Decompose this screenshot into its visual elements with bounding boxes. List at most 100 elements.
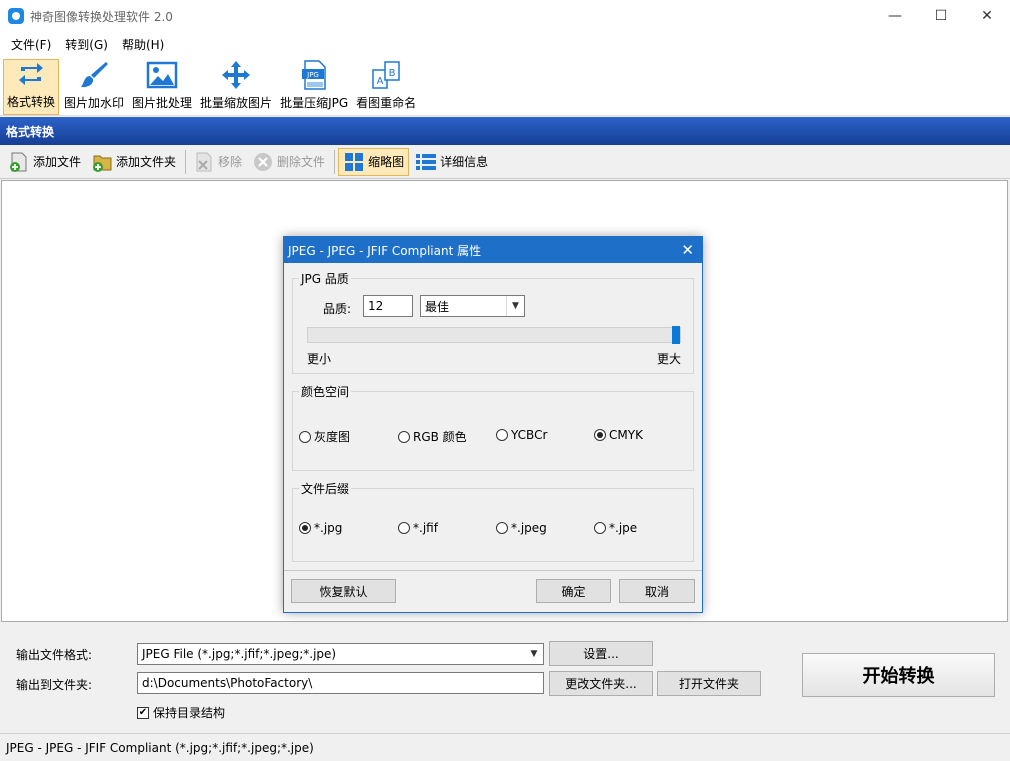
add-folder-label: 添加文件夹 xyxy=(116,155,177,169)
details-view-button[interactable]: 详细信息 xyxy=(411,148,492,176)
toolbar-divider xyxy=(185,149,187,174)
thumbnail-label: 缩略图 xyxy=(368,155,405,169)
radio-label: YCBCr xyxy=(511,428,548,442)
remove-button[interactable]: 移除 xyxy=(189,148,246,176)
svg-text:A: A xyxy=(377,76,384,87)
remove-label: 移除 xyxy=(218,155,243,169)
add-file-label: 添加文件 xyxy=(33,155,82,169)
rename-icon: A B xyxy=(369,59,403,90)
quality-preset-select[interactable]: 最佳 ▼ xyxy=(420,295,525,317)
close-button[interactable]: ✕ xyxy=(964,0,1010,32)
radio-label: *.jfif xyxy=(413,521,438,535)
convert-icon xyxy=(14,59,48,89)
quality-slider-thumb[interactable] xyxy=(672,326,680,344)
radio-button[interactable] xyxy=(496,522,508,534)
radio-button[interactable] xyxy=(594,522,606,534)
suffix-option-jpeg[interactable]: *.jpeg xyxy=(496,521,547,535)
open-folder-button[interactable]: 打开文件夹 xyxy=(657,671,761,696)
slider-min-label: 更小 xyxy=(307,352,332,366)
svg-text:B: B xyxy=(389,68,396,79)
start-convert-button[interactable]: 开始转换 xyxy=(802,653,995,697)
jpg-icon-text: JPG xyxy=(306,71,319,79)
cancel-button[interactable]: 取消 xyxy=(619,579,695,603)
suffix-option-jfif[interactable]: *.jfif xyxy=(398,521,438,535)
colorspace-group: 颜色空间 灰度图 RGB 颜色 YCBCr CMYK xyxy=(292,383,694,471)
suffix-option-jpe[interactable]: *.jpe xyxy=(594,521,637,535)
tool-label: 图片加水印 xyxy=(64,96,125,110)
tool-watermark[interactable]: 图片加水印 xyxy=(61,59,127,115)
add-folder-icon xyxy=(91,151,113,173)
tool-batch-resize[interactable]: 批量缩放图片 xyxy=(197,59,275,115)
keep-structure-checkbox-row[interactable]: ✔ 保持目录结构 xyxy=(137,704,225,721)
quality-slider-track[interactable] xyxy=(307,326,681,344)
colorspace-option-grayscale[interactable]: 灰度图 xyxy=(299,428,350,445)
output-folder-input[interactable]: d:\Documents\PhotoFactory\ xyxy=(137,672,544,694)
menu-file[interactable]: 文件(F) xyxy=(4,36,58,53)
status-bar: JPEG - JPEG - JFIF Compliant (*.jpg;*.jf… xyxy=(0,733,1010,761)
settings-button[interactable]: 设置... xyxy=(549,641,653,666)
dialog-close-icon[interactable]: ✕ xyxy=(681,241,694,259)
output-format-select[interactable]: JPEG File (*.jpg;*.jfif;*.jpeg;*.jpe) ▼ xyxy=(137,643,544,665)
maximize-button[interactable]: ☐ xyxy=(918,0,964,32)
quality-label: 品质: xyxy=(323,302,352,316)
status-text: JPEG - JPEG - JFIF Compliant (*.jpg;*.jf… xyxy=(6,740,314,755)
output-folder-label: 输出到文件夹: xyxy=(16,678,93,692)
suffix-group: 文件后缀 *.jpg *.jfif *.jpeg *.jpe xyxy=(292,480,694,562)
radio-button-selected[interactable] xyxy=(594,429,606,441)
list-view-icon xyxy=(415,151,437,173)
radio-label: CMYK xyxy=(609,428,643,442)
reset-defaults-button[interactable]: 恢复默认 xyxy=(291,579,396,603)
dialog-title-bar: JPEG - JPEG - JFIF Compliant 属性 ✕ xyxy=(284,237,702,263)
details-label: 详细信息 xyxy=(440,155,489,169)
window-title: 神奇图像转换处理软件 2.0 xyxy=(30,9,173,24)
radio-button[interactable] xyxy=(299,430,311,443)
tool-label: 格式转换 xyxy=(7,95,56,109)
tool-label: 图片批处理 xyxy=(132,96,193,110)
quality-group-title: JPG 品质 xyxy=(299,270,351,287)
radio-label: 灰度图 xyxy=(314,430,351,444)
radio-label: *.jpg xyxy=(314,521,343,535)
colorspace-option-rgb[interactable]: RGB 颜色 xyxy=(398,428,467,445)
keep-structure-checkbox[interactable]: ✔ xyxy=(137,706,149,719)
grid-view-icon xyxy=(343,151,365,173)
image-icon xyxy=(145,59,179,90)
suffix-option-jpg[interactable]: *.jpg xyxy=(299,521,342,535)
radio-button[interactable] xyxy=(398,522,410,534)
tool-rename[interactable]: A B 看图重命名 xyxy=(353,59,419,115)
add-file-button[interactable]: 添加文件 xyxy=(4,148,85,176)
keep-structure-label: 保持目录结构 xyxy=(153,706,226,720)
delete-file-button[interactable]: 删除文件 xyxy=(248,148,329,176)
menu-help[interactable]: 帮助(H) xyxy=(115,36,171,53)
menu-goto[interactable]: 转到(G) xyxy=(58,36,115,53)
radio-button-selected[interactable] xyxy=(299,522,311,534)
tool-compress-jpg[interactable]: JPG 批量压缩JPG xyxy=(277,59,351,115)
add-file-icon xyxy=(8,151,30,173)
colorspace-option-cmyk[interactable]: CMYK xyxy=(594,428,643,442)
quality-input[interactable]: 12 xyxy=(363,295,413,317)
thumbnail-view-button[interactable]: 缩略图 xyxy=(338,147,410,176)
tool-batch-process[interactable]: 图片批处理 xyxy=(129,59,195,115)
suffix-group-title: 文件后缀 xyxy=(299,480,352,497)
change-folder-button[interactable]: 更改文件夹... xyxy=(549,671,653,696)
dialog-divider xyxy=(284,570,702,571)
tool-label: 看图重命名 xyxy=(356,96,417,110)
main-toolbar: 格式转换 图片加水印 图片批处理 批量缩放图片 JPG 批量压缩JPG A B … xyxy=(0,56,1010,116)
tool-label: 批量压缩JPG xyxy=(280,96,349,110)
colorspace-group-title: 颜色空间 xyxy=(299,383,352,400)
radio-label: *.jpeg xyxy=(511,521,547,535)
remove-icon xyxy=(193,151,215,173)
add-folder-button[interactable]: 添加文件夹 xyxy=(87,148,180,176)
radio-label: RGB 颜色 xyxy=(413,430,467,444)
tool-format-convert[interactable]: 格式转换 xyxy=(3,59,60,115)
move-arrows-icon xyxy=(219,59,253,90)
radio-button[interactable] xyxy=(496,429,508,441)
radio-button[interactable] xyxy=(398,430,410,443)
colorspace-option-ycbcr[interactable]: YCBCr xyxy=(496,428,547,442)
section-title: 格式转换 xyxy=(0,117,1010,145)
output-format-value: JPEG File (*.jpg;*.jfif;*.jpeg;*.jpe) xyxy=(142,647,337,661)
menu-bar: 文件(F) 转到(G) 帮助(H) xyxy=(0,32,1010,56)
app-logo-icon xyxy=(8,8,24,24)
chevron-down-icon: ▼ xyxy=(506,296,524,316)
minimize-button[interactable]: — xyxy=(872,0,918,32)
ok-button[interactable]: 确定 xyxy=(536,579,611,603)
